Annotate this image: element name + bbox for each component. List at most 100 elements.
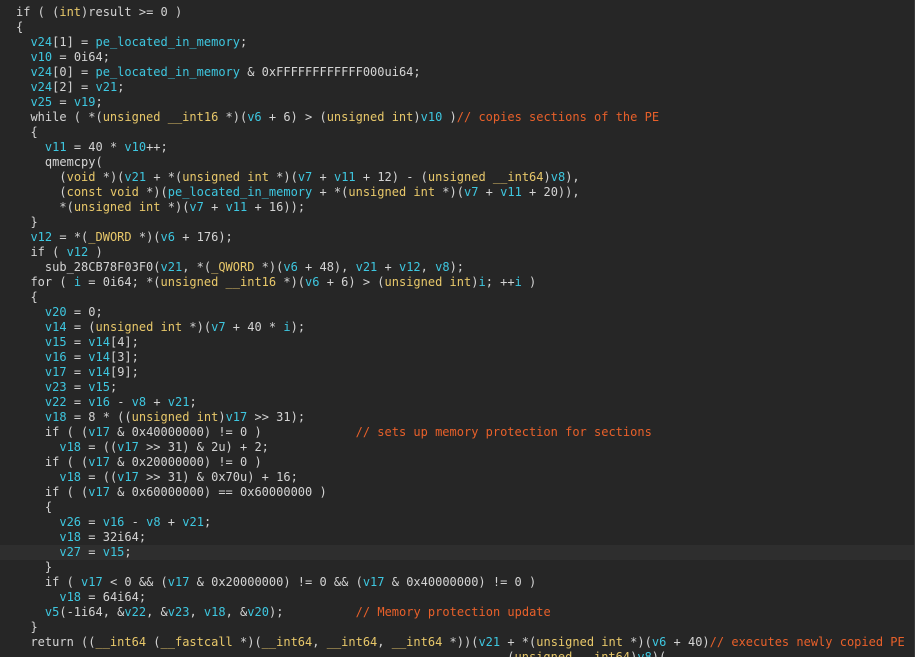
code-line[interactable]: v14 = (unsigned int *)(v7 + 40 * i);	[0, 320, 914, 335]
identifier[interactable]: v24	[30, 35, 52, 49]
identifier[interactable]: v14	[45, 320, 67, 334]
identifier[interactable]: v6	[283, 260, 297, 274]
identifier[interactable]: i	[283, 320, 290, 334]
identifier[interactable]: v10	[124, 140, 146, 154]
identifier[interactable]: v7	[298, 170, 312, 184]
identifier[interactable]: v16	[103, 515, 125, 529]
identifier[interactable]: v27	[59, 545, 81, 559]
identifier[interactable]: v7	[211, 320, 225, 334]
code-line[interactable]: if ( v17 < 0 && (v17 & 0x20000000) != 0 …	[0, 575, 914, 590]
identifier[interactable]: v21	[168, 395, 190, 409]
code-line[interactable]: v10 = 0i64;	[0, 50, 914, 65]
code-line[interactable]: v18 = 8 * ((unsigned int)v17 >> 31);	[0, 410, 914, 425]
identifier[interactable]: v17	[88, 455, 110, 469]
identifier[interactable]: v22	[124, 605, 146, 619]
identifier[interactable]: v6	[652, 635, 666, 649]
identifier[interactable]: i	[478, 275, 485, 289]
code-line[interactable]: if ( (int)result >= 0 )	[0, 5, 914, 20]
identifier[interactable]: v11	[334, 170, 356, 184]
identifier[interactable]: v21	[96, 80, 118, 94]
code-line[interactable]: v24[1] = pe_located_in_memory;	[0, 35, 914, 50]
identifier[interactable]: v24	[30, 65, 52, 79]
code-line[interactable]: v22 = v16 - v8 + v21;	[0, 395, 914, 410]
identifier[interactable]: v18	[204, 605, 226, 619]
identifier[interactable]: v18	[59, 530, 81, 544]
code-line[interactable]: v18 = ((v17 >> 31) & 0x70u) + 16;	[0, 470, 914, 485]
identifier[interactable]: v8	[435, 260, 449, 274]
code-line[interactable]: v26 = v16 - v8 + v21;	[0, 515, 914, 530]
code-line[interactable]: if ( (v17 & 0x20000000) != 0 )	[0, 455, 914, 470]
code-line[interactable]: v18 = 64i64;	[0, 590, 914, 605]
identifier[interactable]: v11	[226, 200, 248, 214]
identifier[interactable]: v23	[45, 380, 67, 394]
identifier[interactable]: i	[74, 275, 81, 289]
identifier[interactable]: v14	[88, 335, 110, 349]
identifier[interactable]: v21	[478, 635, 500, 649]
identifier[interactable]: v22	[45, 395, 67, 409]
identifier[interactable]: v18	[59, 440, 81, 454]
identifier[interactable]: v10	[421, 110, 443, 124]
code-line[interactable]: if ( (v17 & 0x40000000) != 0 ) // sets u…	[0, 425, 914, 440]
code-line[interactable]: return ((__int64 (__fastcall *)(__int64,…	[0, 635, 914, 650]
identifier[interactable]: v25	[30, 95, 52, 109]
identifier[interactable]: v7	[189, 200, 203, 214]
identifier[interactable]: v8	[132, 395, 146, 409]
identifier[interactable]: v24	[30, 80, 52, 94]
code-line[interactable]: {	[0, 500, 914, 515]
identifier[interactable]: v17	[88, 485, 110, 499]
code-line[interactable]: }	[0, 215, 914, 230]
identifier[interactable]: v11	[500, 185, 522, 199]
code-line[interactable]: v24[2] = v21;	[0, 80, 914, 95]
identifier[interactable]: pe_located_in_memory	[168, 185, 313, 199]
identifier[interactable]: v6	[305, 275, 319, 289]
identifier[interactable]: v14	[88, 350, 110, 364]
code-line[interactable]: v17 = v14[9];	[0, 365, 914, 380]
identifier[interactable]: v12	[399, 260, 421, 274]
identifier[interactable]: v12	[30, 230, 52, 244]
identifier[interactable]: v5	[45, 605, 59, 619]
identifier[interactable]: v17	[363, 575, 385, 589]
identifier[interactable]: v21	[182, 515, 204, 529]
code-line[interactable]: }	[0, 620, 914, 635]
code-line[interactable]: (const void *)(pe_located_in_memory + *(…	[0, 185, 914, 200]
code-line[interactable]: if ( (v17 & 0x60000000) == 0x60000000 )	[0, 485, 914, 500]
code-line[interactable]: v24[0] = pe_located_in_memory & 0xFFFFFF…	[0, 65, 914, 80]
code-line[interactable]: (void *)(v21 + *(unsigned int *)(v7 + v1…	[0, 170, 914, 185]
code-line[interactable]: v27 = v15;	[0, 545, 914, 560]
identifier[interactable]: v16	[45, 350, 67, 364]
identifier[interactable]: v17	[168, 575, 190, 589]
code-line[interactable]: v5(-1i64, &v22, &v23, v18, &v20); // Mem…	[0, 605, 914, 620]
code-line[interactable]: v23 = v15;	[0, 380, 914, 395]
identifier[interactable]: v8	[551, 170, 565, 184]
code-line[interactable]: {	[0, 125, 914, 140]
identifier[interactable]: v20	[45, 305, 67, 319]
code-line[interactable]: if ( v12 )	[0, 245, 914, 260]
identifier[interactable]: v17	[117, 470, 139, 484]
code-line[interactable]: v18 = 32i64;	[0, 530, 914, 545]
code-line[interactable]: while ( *(unsigned __int16 *)(v6 + 6) > …	[0, 110, 914, 125]
code-line[interactable]: v15 = v14[4];	[0, 335, 914, 350]
identifier[interactable]: v18	[59, 590, 81, 604]
identifier[interactable]: v6	[161, 230, 175, 244]
code-line[interactable]: }	[0, 560, 914, 575]
identifier[interactable]: v10	[30, 50, 52, 64]
identifier[interactable]: v16	[88, 395, 110, 409]
code-line[interactable]: v20 = 0;	[0, 305, 914, 320]
identifier[interactable]: v26	[59, 515, 81, 529]
identifier[interactable]: pe_located_in_memory	[96, 35, 241, 49]
code-line[interactable]: qmemcpy(	[0, 155, 914, 170]
identifier[interactable]: v15	[88, 380, 110, 394]
identifier[interactable]: v17	[117, 440, 139, 454]
code-line[interactable]: *(unsigned int *)(v7 + v11 + 16));	[0, 200, 914, 215]
identifier[interactable]: v12	[67, 245, 89, 259]
code-line[interactable]: for ( i = 0i64; *(unsigned __int16 *)(v6…	[0, 275, 914, 290]
identifier[interactable]: v15	[45, 335, 67, 349]
identifier[interactable]: v20	[247, 605, 269, 619]
identifier[interactable]: v8	[146, 515, 160, 529]
identifier[interactable]: v17	[226, 410, 248, 424]
identifier[interactable]: i	[515, 275, 522, 289]
code-line[interactable]: v25 = v19;	[0, 95, 914, 110]
identifier[interactable]: v15	[103, 545, 125, 559]
identifier[interactable]: v17	[81, 575, 103, 589]
identifier[interactable]: v21	[356, 260, 378, 274]
